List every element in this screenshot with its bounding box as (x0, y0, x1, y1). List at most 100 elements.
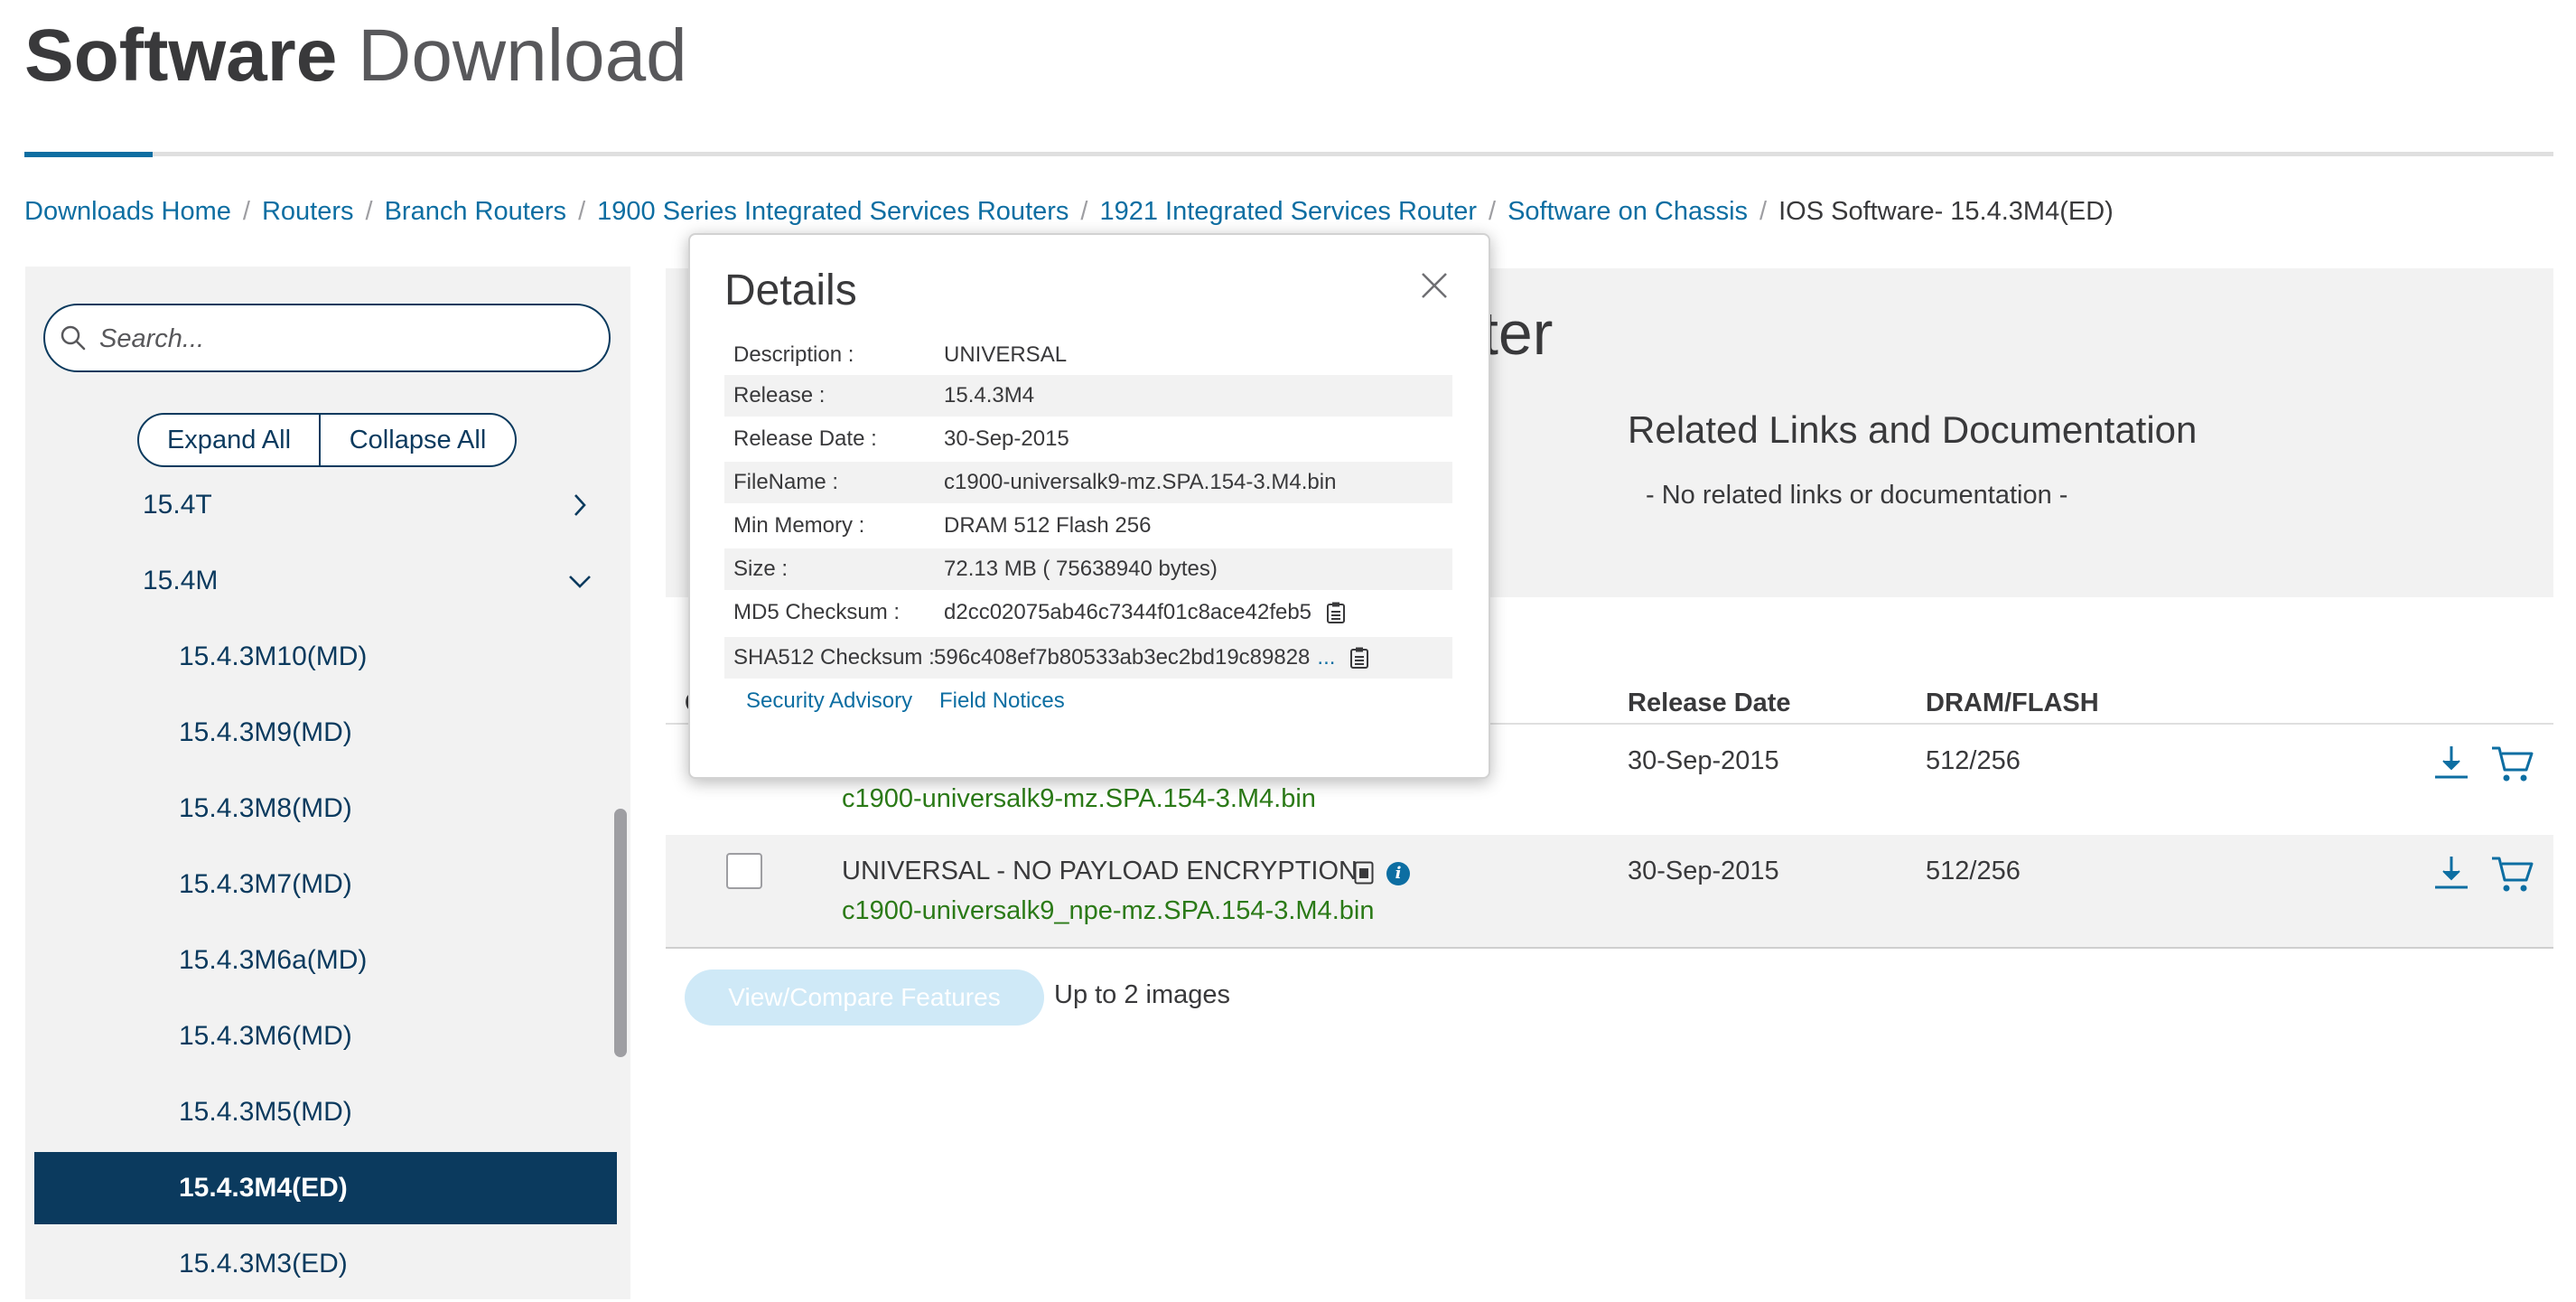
tree-item-label: 15.4.3M10(MD) (179, 642, 368, 671)
row-release-date: 30-Sep-2015 (1628, 746, 1779, 775)
detail-value: 596c408ef7b80533ab3ec2bd19c89828 (934, 645, 1311, 670)
tree-item-release[interactable]: 15.4.3M8(MD) (25, 771, 611, 847)
detail-label: Size : (733, 557, 789, 581)
tree-item-release[interactable]: 15.4.3M7(MD) (25, 847, 611, 923)
row-filename: c1900-universalk9-mz.SPA.154-3.M4.bin (842, 784, 1316, 813)
detail-row-min-memory: Min Memory : DRAM 512 Flash 256 (724, 505, 1452, 547)
cart-icon[interactable] (2490, 741, 2534, 784)
detail-row-release-date: Release Date : 30-Sep-2015 (724, 418, 1452, 460)
breadcrumb-separator: / (365, 197, 373, 226)
detail-row-description: Description : UNIVERSAL (724, 334, 1452, 376)
breadcrumb: Downloads Home / Routers / Branch Routers / 19… (24, 192, 2114, 231)
expand-checksum-link[interactable]: ... (1317, 645, 1335, 670)
detail-label: Description : (733, 342, 854, 367)
detail-label: Release : (733, 383, 826, 407)
breadcrumb-routers[interactable]: Routers (262, 197, 354, 226)
tree-group-15-4t[interactable]: 15.4T (25, 467, 611, 543)
collapse-all-button[interactable]: Collapse All (321, 415, 515, 465)
tree-item-release-selected[interactable]: 15.4.3M4(ED) (34, 1152, 617, 1224)
tree-group-label: 15.4M (143, 566, 219, 595)
download-icon[interactable] (2430, 851, 2473, 895)
detail-label: FileName : (733, 470, 839, 494)
expand-all-button[interactable]: Expand All (139, 415, 321, 465)
detail-value: c1900-universalk9-mz.SPA.154-3.M4.bin (944, 470, 1337, 494)
download-icon[interactable] (2430, 741, 2473, 784)
expand-collapse-group: Expand All Collapse All (137, 413, 517, 467)
tree-item-release[interactable]: 15.4.3M10(MD) (25, 619, 611, 695)
search-input[interactable] (98, 316, 589, 361)
related-links-empty: - No related links or documentation - (1646, 481, 2068, 510)
row-filename: c1900-universalk9_npe-mz.SPA.154-3.M4.bi… (842, 896, 1375, 925)
breadcrumb-separator: / (578, 197, 586, 226)
breadcrumb-separator: / (242, 197, 250, 226)
release-note-icon[interactable] (1354, 861, 1374, 885)
chevron-right-icon (574, 494, 586, 516)
tree-item-release[interactable]: 15.4.3M9(MD) (25, 695, 611, 771)
details-title: Details (724, 267, 857, 314)
column-header-dram-flash[interactable]: DRAM/FLASH (1926, 688, 2099, 718)
detail-row-filename: FileName : c1900-universalk9-mz.SPA.154-… (724, 462, 1452, 503)
clipboard-icon[interactable] (1349, 646, 1369, 670)
breadcrumb-1921-router[interactable]: 1921 Integrated Services Router (1099, 197, 1477, 226)
close-icon[interactable] (1420, 271, 1449, 300)
info-icon[interactable]: i (1386, 862, 1410, 885)
tree-item-label: 15.4.3M6a(MD) (179, 945, 368, 975)
table-row (666, 835, 2553, 947)
related-links-title: Related Links and Documentation (1628, 408, 2198, 451)
tree-item-release[interactable]: 15.4.3M5(MD) (25, 1074, 611, 1150)
tree-item-release[interactable]: 15.4.3M6a(MD) (25, 923, 611, 998)
detail-label: Min Memory : (733, 513, 865, 538)
tree-item-label: 15.4.3M6(MD) (179, 1021, 352, 1051)
detail-value: DRAM 512 Flash 256 (944, 513, 1152, 538)
breadcrumb-software-on-chassis[interactable]: Software on Chassis (1507, 197, 1748, 226)
column-header-release-date[interactable]: Release Date (1628, 688, 1791, 718)
field-notices-link[interactable]: Field Notices (939, 688, 1065, 714)
page-title-bold: Software (24, 14, 338, 97)
title-divider (24, 152, 2553, 156)
sidebar-scrollbar[interactable] (614, 809, 627, 1057)
page-title: Software Download (24, 9, 687, 103)
detail-value: 72.13 MB ( 75638940 bytes) (944, 557, 1218, 581)
tree-item-label: 15.4.3M4(ED) (179, 1173, 348, 1203)
breadcrumb-current: IOS Software- 15.4.3M4(ED) (1778, 197, 2114, 226)
table-row-divider (666, 947, 2553, 949)
detail-label: SHA512 Checksum : (733, 645, 935, 670)
tree-item-label: 15.4.3M3(ED) (179, 1249, 348, 1279)
tree-item-release[interactable]: 15.4.3M6(MD) (25, 998, 611, 1074)
detail-value: UNIVERSAL (944, 342, 1068, 367)
tree-item-label: 15.4.3M8(MD) (179, 793, 352, 823)
breadcrumb-separator: / (1759, 197, 1768, 226)
row-dram-flash: 512/256 (1926, 857, 2021, 885)
breadcrumb-branch-routers[interactable]: Branch Routers (385, 197, 567, 226)
cart-icon[interactable] (2490, 851, 2534, 895)
row-select-checkbox[interactable] (726, 853, 762, 889)
tree-item-label: 15.4.3M5(MD) (179, 1097, 352, 1127)
tree-item-label: 15.4.3M7(MD) (179, 869, 352, 899)
tree-group-label: 15.4T (143, 490, 212, 520)
detail-row-size: Size : 72.13 MB ( 75638940 bytes) (724, 548, 1452, 590)
title-divider-accent (24, 152, 153, 157)
clipboard-icon[interactable] (1326, 601, 1346, 624)
breadcrumb-separator: / (1489, 197, 1497, 226)
view-compare-features-button[interactable]: View/Compare Features (685, 969, 1044, 1026)
tree-item-label: 15.4.3M9(MD) (179, 717, 352, 747)
product-title: ter (1481, 299, 1554, 368)
row-release-date: 30-Sep-2015 (1628, 857, 1779, 885)
page-title-light: Download (358, 14, 687, 97)
breadcrumb-separator: / (1080, 197, 1088, 226)
detail-value: 30-Sep-2015 (944, 426, 1069, 451)
tree-group-15-4m[interactable]: 15.4M (25, 543, 611, 619)
row-description: UNIVERSAL - NO PAYLOAD ENCRYPTION (842, 857, 1358, 885)
chevron-down-icon (569, 576, 591, 588)
row-dram-flash: 512/256 (1926, 746, 2021, 775)
breadcrumb-1900-series[interactable]: 1900 Series Integrated Services Routers (597, 197, 1069, 226)
detail-value: 15.4.3M4 (944, 383, 1035, 407)
detail-value: d2cc02075ab46c7344f01c8ace42feb5 (944, 600, 1312, 624)
detail-row-sha512: SHA512 Checksum : 596c408ef7b80533ab3ec2… (724, 637, 1452, 679)
breadcrumb-downloads-home[interactable]: Downloads Home (24, 197, 231, 226)
security-advisory-link[interactable]: Security Advisory (746, 688, 912, 714)
detail-row-md5: MD5 Checksum : d2cc02075ab46c7344f01c8ac… (724, 592, 1452, 633)
compare-note: Up to 2 images (1054, 980, 1231, 1009)
tree-item-release[interactable]: 15.4.3M3(ED) (25, 1226, 611, 1302)
detail-row-release: Release : 15.4.3M4 (724, 375, 1452, 417)
